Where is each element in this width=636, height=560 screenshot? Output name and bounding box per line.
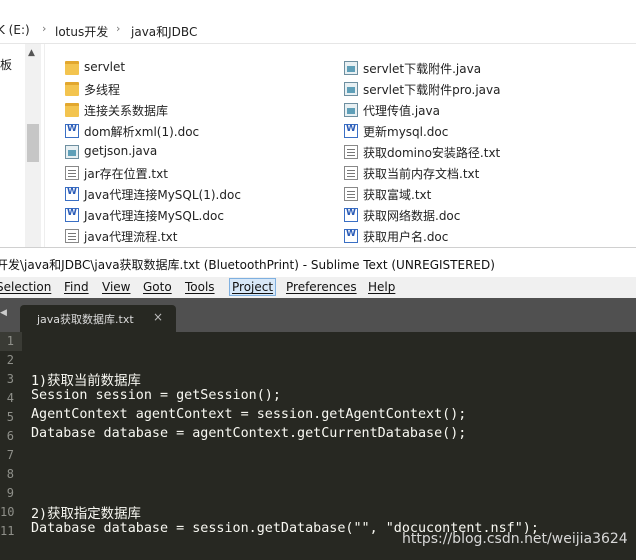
- txt-file-icon: [344, 145, 358, 159]
- file-name: getjson.java: [84, 144, 158, 158]
- line-number: 5: [6, 410, 14, 424]
- code-line[interactable]: Database database = agentContext.getCurr…: [31, 426, 466, 441]
- file-name: Java代理连接MySQL.doc: [84, 209, 224, 223]
- code-line[interactable]: 2)获取指定数据库: [31, 502, 141, 522]
- menu-selection[interactable]: Selection: [0, 280, 53, 294]
- tab-title: java获取数据库.txt: [37, 313, 134, 326]
- file-name: 获取富域.txt: [363, 188, 432, 202]
- folder-icon: [65, 103, 79, 117]
- line-number: 6: [6, 429, 14, 443]
- menu-goto[interactable]: Goto: [141, 280, 174, 294]
- window-title: 开发\java和JDBC\java获取数据库.txt (BluetoothPri…: [0, 258, 495, 272]
- java-file-icon: [344, 82, 358, 96]
- txt-file-icon: [65, 229, 79, 243]
- line-gutter: 1 2 3 4 5 6 7 8 9 10 11: [0, 332, 22, 560]
- file-name: java代理流程.txt: [84, 230, 178, 244]
- line-number: 11: [0, 524, 15, 538]
- folder-icon: [65, 61, 79, 75]
- menu-find[interactable]: Find: [62, 280, 91, 294]
- folder-icon: [65, 82, 79, 96]
- sublime-title-bar: 开发\java和JDBC\java获取数据库.txt (BluetoothPri…: [0, 247, 636, 277]
- menu-tools[interactable]: Tools: [183, 280, 217, 294]
- line-number: 1: [6, 334, 14, 348]
- line-number: 9: [6, 486, 14, 500]
- close-icon[interactable]: ×: [153, 310, 163, 324]
- tab-bar: ◀ java获取数据库.txt ×: [0, 298, 636, 332]
- file-name: 连接关系数据库: [84, 104, 169, 118]
- file-name: servlet下载附件.java: [363, 62, 482, 76]
- menu-project[interactable]: Project: [229, 278, 277, 296]
- file-name: Java代理连接MySQL(1).doc: [84, 188, 241, 202]
- code-line[interactable]: 1)获取当前数据库: [31, 369, 141, 389]
- txt-file-icon: [344, 187, 358, 201]
- nav-item-partial[interactable]: 板: [0, 56, 12, 73]
- code-line[interactable]: Session session = getSession();: [31, 388, 281, 403]
- line-number: 8: [6, 467, 14, 481]
- file-name: servlet下载附件pro.java: [363, 83, 501, 97]
- line-number: 2: [6, 353, 14, 367]
- chevron-right-icon: ›: [42, 22, 47, 35]
- tab-scroll-left-icon[interactable]: ◀: [0, 308, 7, 318]
- editor-tab[interactable]: java获取数据库.txt ×: [20, 305, 176, 332]
- menu-help[interactable]: Help: [366, 280, 397, 294]
- doc-icon: [65, 124, 79, 138]
- menu-preferences[interactable]: Preferences: [284, 280, 359, 294]
- file-name: 获取网络数据.doc: [363, 209, 461, 223]
- chevron-right-icon: ›: [116, 22, 121, 35]
- java-file-icon: [65, 145, 79, 159]
- line-number: 3: [6, 372, 14, 386]
- menu-bar: Selection Find View Goto Tools Project Prefere…: [0, 277, 636, 298]
- watermark-text: https://blog.csdn.net/weijia3624: [402, 531, 628, 547]
- scroll-up-icon[interactable]: ▲: [28, 48, 35, 58]
- doc-icon: [65, 187, 79, 201]
- txt-file-icon: [65, 166, 79, 180]
- line-number: 7: [6, 448, 14, 462]
- file-name: 代理传值.java: [363, 104, 440, 118]
- file-name: 更新mysql.doc: [363, 125, 449, 139]
- breadcrumb-lotus[interactable]: lotus开发: [55, 23, 108, 40]
- txt-file-icon: [344, 166, 358, 180]
- file-name: 获取当前内存文档.txt: [363, 167, 480, 181]
- line-number: 4: [6, 391, 14, 405]
- file-name: jar存在位置.txt: [84, 167, 168, 181]
- address-bar[interactable]: K (E:) › lotus开发 › java和JDBC: [0, 18, 636, 44]
- file-name: 多线程: [84, 83, 121, 97]
- doc-icon: [65, 208, 79, 222]
- file-name: 获取domino安装路径.txt: [363, 146, 501, 160]
- breadcrumb-drive[interactable]: K (E:): [0, 23, 30, 37]
- scrollbar-thumb[interactable]: [27, 124, 39, 162]
- line-number: 10: [0, 505, 15, 519]
- file-name: 获取用户名.doc: [363, 230, 449, 244]
- doc-icon: [344, 124, 358, 138]
- code-editor[interactable]: 1 2 3 4 5 6 7 8 9 10 11 1)获取当前数据库 Session session =…: [0, 332, 636, 560]
- java-file-icon: [344, 103, 358, 117]
- file-name: dom解析xml(1).doc: [84, 125, 200, 139]
- breadcrumb-java-jdbc[interactable]: java和JDBC: [131, 23, 197, 40]
- menu-view[interactable]: View: [100, 280, 132, 294]
- nav-scrollbar[interactable]: ▲: [25, 44, 41, 247]
- file-explorer-window: K (E:) › lotus开发 › java和JDBC 板 ▲ servlet…: [0, 0, 636, 247]
- file-name: servlet: [84, 60, 126, 74]
- doc-icon: [344, 229, 358, 243]
- code-line[interactable]: AgentContext agentContext = session.getA…: [31, 407, 466, 422]
- doc-icon: [344, 208, 358, 222]
- java-file-icon: [344, 61, 358, 75]
